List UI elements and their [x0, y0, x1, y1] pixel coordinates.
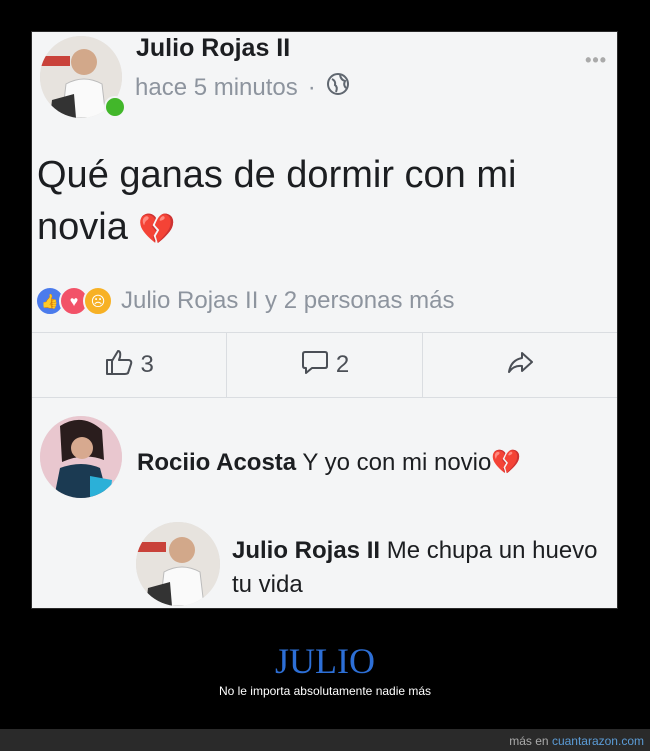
comment-text: Y yo con mi novio: [302, 449, 492, 476]
post-card: Julio Rojas II hace 5 minutos · ••• Qué …: [31, 31, 618, 609]
like-count: 3: [140, 351, 154, 378]
comment-author[interactable]: Julio Rojas II: [232, 537, 380, 564]
more-options-icon[interactable]: •••: [585, 50, 607, 71]
reactions-summary[interactable]: 👍 ♥ ☹ Julio Rojas II y 2 personas más: [35, 286, 454, 316]
comment-button[interactable]: 2: [226, 333, 421, 397]
commenter-avatar[interactable]: [40, 416, 122, 498]
comment-count: 2: [335, 351, 350, 378]
comment-author[interactable]: Rociio Acosta: [137, 449, 296, 476]
share-button[interactable]: [421, 333, 617, 397]
like-button[interactable]: 3: [32, 333, 226, 397]
site-credit: más en cuantarazon.com: [509, 734, 644, 748]
credit-prefix: más en: [509, 734, 549, 748]
broken-heart-emoji: 💔: [138, 213, 176, 246]
share-icon: [505, 347, 535, 384]
reply-author-avatar[interactable]: [136, 522, 220, 606]
sad-reaction-icon: ☹: [83, 286, 113, 316]
comment-icon: [300, 347, 330, 384]
meme-title: JULIO: [275, 641, 375, 681]
comment-2: Julio Rojas II Me chupa un huevo tu vida: [232, 534, 602, 602]
meta-separator: ·: [307, 73, 316, 101]
post-meta: hace 5 minutos ·: [135, 72, 350, 103]
post-text: Qué ganas de dormir con mi novia 💔: [37, 149, 607, 256]
post-text-body: Qué ganas de dormir con mi novia: [37, 154, 517, 248]
globe-icon: [326, 72, 350, 103]
post-author-name[interactable]: Julio Rojas II: [136, 34, 290, 63]
meme-subtitle: No le importa absolutamente nadie más: [218, 684, 432, 698]
comment-1: Rociio Acosta Y yo con mi novio💔: [137, 446, 521, 480]
site-link[interactable]: cuantarazon.com: [552, 734, 644, 748]
post-actions-bar: 3 2: [32, 332, 617, 398]
broken-heart-emoji: 💔: [491, 449, 522, 476]
post-time[interactable]: hace 5 minutos: [135, 74, 298, 102]
like-icon: [104, 347, 134, 384]
reactions-text: Julio Rojas II y 2 personas más: [121, 287, 455, 314]
online-status-dot: [104, 96, 126, 118]
bottom-bar: más en cuantarazon.com: [0, 729, 650, 751]
